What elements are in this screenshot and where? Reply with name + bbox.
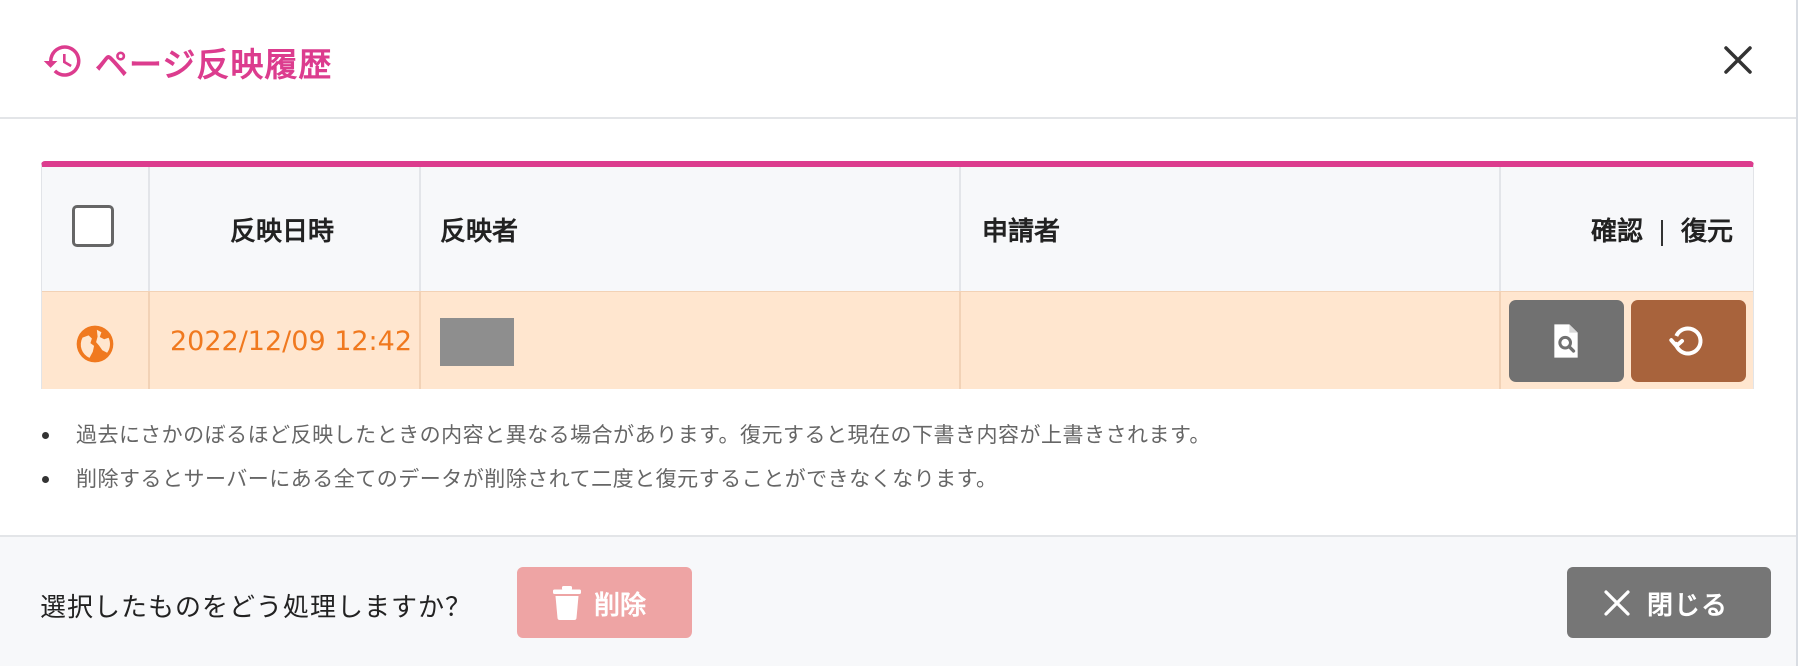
column-header-actions: 確認 復元 [1591, 211, 1733, 248]
note-item: 削除するとサーバーにある全てのデータが削除されて二度と復元することができなくなり… [40, 464, 1211, 508]
modal-footer: 選択したものをどう処理しますか？ 削除 閉じる [0, 535, 1796, 666]
trash-icon [553, 586, 581, 620]
history-icon [43, 45, 81, 77]
action-prompt: 選択したものをどう処理しますか？ [40, 593, 473, 623]
notes-list: 過去にさかのぼるほど反映したときの内容と異なる場合があります。復元すると現在の下… [40, 420, 1211, 508]
reflected-datetime: 2022/12/09 12:42 [170, 326, 413, 357]
header-divider [1661, 219, 1664, 246]
history-table: 反映日時 反映者 申請者 確認 復元 2022/12/09 12:42 [41, 161, 1754, 389]
close-icon [1604, 590, 1630, 616]
column-header-publisher: 反映者 [440, 217, 519, 247]
note-item: 過去にさかのぼるほど反映したときの内容と異なる場合があります。復元すると現在の下… [40, 420, 1211, 464]
table-header-row: 反映日時 反映者 申請者 確認 復元 [42, 167, 1753, 291]
close-button[interactable]: 閉じる [1567, 567, 1771, 638]
publisher-avatar [440, 318, 514, 366]
select-all-checkbox[interactable] [72, 205, 114, 247]
close-button-label: 閉じる [1647, 591, 1729, 621]
restore-icon [1669, 326, 1703, 356]
column-header-confirm: 確認 [1591, 217, 1644, 247]
applicant-cell [961, 292, 1501, 389]
history-modal: ページ反映履歴 反映日時 反映者 申請者 確認 復元 2022/12/09 12… [0, 0, 1798, 666]
table-row: 2022/12/09 12:42 [42, 291, 1753, 389]
document-search-icon [1554, 324, 1578, 358]
page-title: ページ反映履歴 [95, 45, 333, 84]
close-icon[interactable] [1718, 40, 1758, 80]
delete-button-label: 削除 [594, 591, 647, 621]
restore-button[interactable] [1631, 300, 1746, 382]
column-header-applicant: 申請者 [982, 217, 1061, 247]
column-header-datetime: 反映日時 [230, 217, 335, 247]
modal-header: ページ反映履歴 [0, 0, 1796, 119]
globe-icon [76, 325, 114, 363]
delete-button[interactable]: 削除 [517, 567, 692, 638]
view-button[interactable] [1509, 300, 1624, 382]
column-header-restore: 復元 [1681, 217, 1734, 247]
